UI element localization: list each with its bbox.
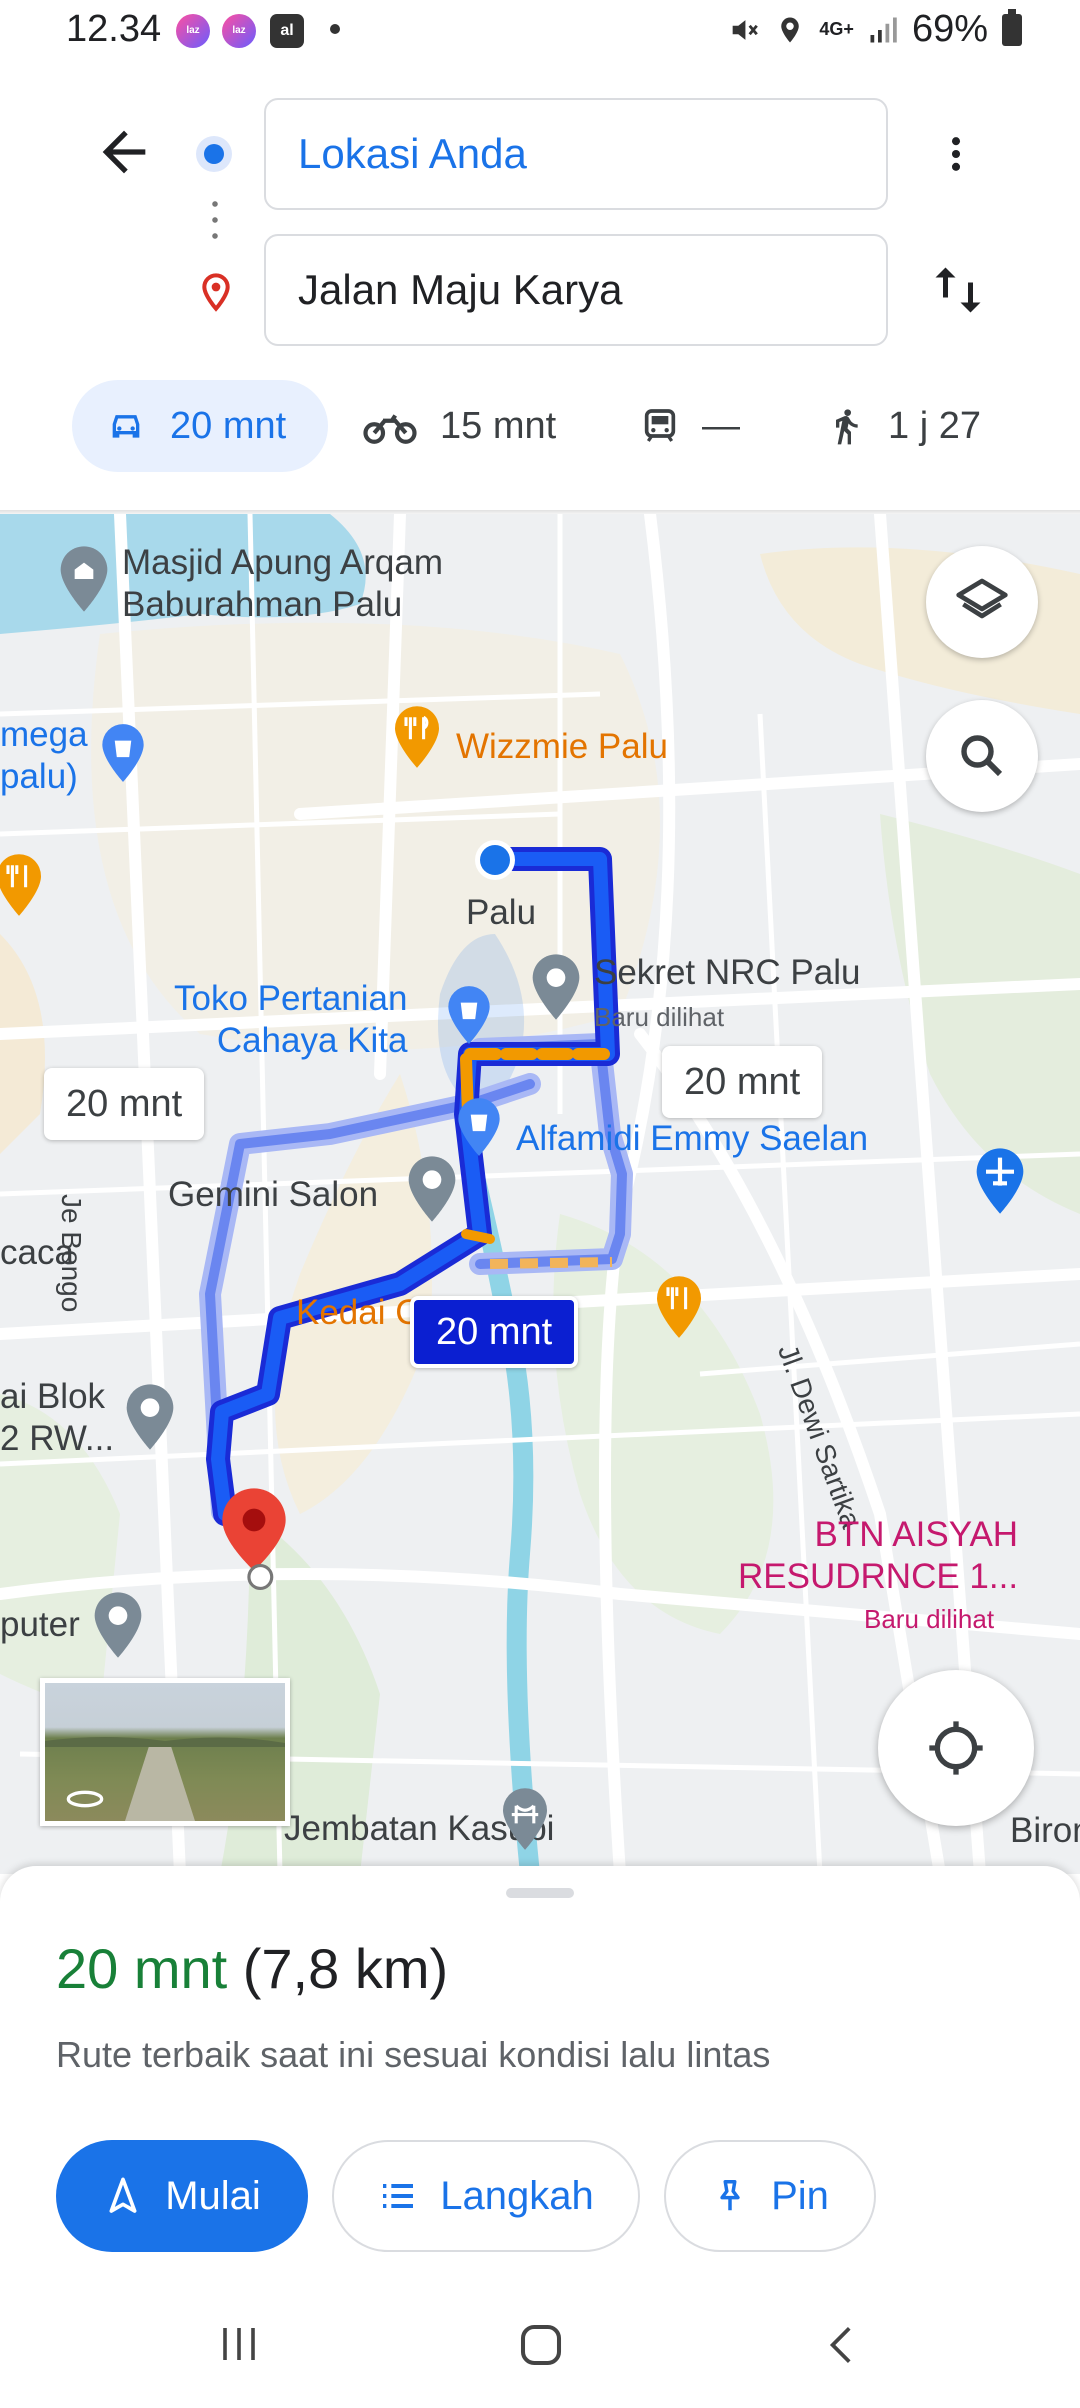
map-label-birom: Birom [1010,1811,1080,1850]
sheet-drag-handle[interactable] [506,1888,574,1898]
map-label-alfamidi: Alfamidi Emmy Saelan [516,1119,869,1158]
restaurant-pin-icon [657,1276,701,1338]
map-label-wizzmie: Wizzmie Palu [456,727,668,766]
airport-pin-icon [976,1148,1024,1214]
train-icon [644,409,676,442]
destination-pin-icon [202,273,230,312]
route-chip-alt-left[interactable]: 20 mnt [44,1068,205,1140]
bridge-pin-icon [503,1788,547,1850]
place-pin-icon [126,1384,174,1450]
map-label-btn-aisyah: BTN AISYAH RESUDRNCE 1... [738,1515,1019,1596]
route-description: Rute terbaik saat ini sesuai kondisi lal… [56,2034,771,2075]
map-label-caca: caca [0,1233,74,1272]
more-options-icon[interactable] [934,128,978,180]
route-distance: (7,8 km) [242,1937,449,2000]
route-chip-selected[interactable]: 20 mnt [410,1296,579,1368]
place-pin-icon [94,1592,142,1658]
more-notifications-dot [330,24,340,34]
layers-button[interactable] [926,546,1038,658]
mute-icon [733,19,759,40]
place-pin-icon [408,1156,456,1222]
pin-label: Pin [771,2173,829,2218]
map-label-masjid: Masjid Apung Arqam Baburahman Palu [122,543,444,624]
steps-label: Langkah [440,2173,594,2218]
steps-button[interactable]: Langkah [332,2140,640,2252]
map-search-button[interactable] [926,700,1038,812]
map-label-sekret: Sekret NRC Palu [594,953,861,992]
map-label-btn-recent: Baru dilihat [864,1604,995,1634]
layers-icon [956,578,1008,619]
walk-icon [836,409,858,445]
map-view[interactable]: Masjid Apung Arqam Baburahman Palu mega … [0,514,1080,1874]
rotate-360-icon [66,1790,104,1808]
route-chip-alt-right[interactable]: 20 mnt [662,1046,823,1118]
shopping-pin-icon [448,986,490,1044]
status-time: 12.34 [66,8,162,50]
status-icons: 4G+ 69% [727,8,1022,51]
transit-duration: — [702,404,740,447]
route-summary: 20 mnt (7,8 km) [56,1936,448,2001]
destination-input[interactable]: Jalan Maju Karya [264,234,888,346]
restaurant-pin-icon [395,706,439,768]
map-label-toko: Toko Pertanian Cahaya Kita [174,979,408,1060]
tab-motorcycle[interactable]: 15 mnt [362,380,556,472]
tab-driving[interactable]: 20 mnt [72,380,328,472]
map-label-gemini: Gemini Salon [168,1175,379,1214]
battery-icon [1002,8,1022,46]
system-nav-bar [0,2290,1080,2408]
destination-marker-icon [222,1488,286,1590]
driving-duration: 20 mnt [170,404,287,447]
map-label-sekret-recent: Baru dilihat [594,1002,725,1032]
map-label-omega: mega palu) [0,715,88,796]
map-label-blok: ai Blok 2 RW... [0,1377,115,1458]
car-icon [112,415,140,438]
my-location-button[interactable] [878,1670,1034,1826]
place-pin-icon [532,954,580,1020]
map-base [0,514,1080,1874]
origin-dot-icon [196,136,232,172]
al-app-icon: al [270,14,304,48]
route-duration: 20 mnt [56,1937,228,2000]
start-button[interactable]: Mulai [56,2140,308,2252]
back-arrow-icon[interactable] [92,120,156,184]
shopping-pin-icon [458,1098,500,1156]
search-icon [961,735,1003,777]
map-label-palu: Palu [466,893,537,932]
pin-button[interactable]: Pin [664,2140,876,2252]
location-icon [781,17,800,42]
signal-icon [870,17,897,42]
motorcycle-duration: 15 mnt [440,404,557,447]
street-view-thumbnail[interactable] [40,1678,290,1826]
swap-icon[interactable] [928,258,988,322]
mosque-pin-icon [60,546,108,612]
my-location-icon [929,1721,983,1775]
origin-input[interactable]: Lokasi Anda [264,98,888,210]
home-icon[interactable] [514,2318,568,2372]
back-icon[interactable] [818,2320,868,2370]
travel-mode-tabs: 20 mnt 15 mnt — 1 j 27 [0,380,1080,472]
motorcycle-icon [363,414,417,444]
lazada-app-icon: laz [176,14,210,48]
navigation-arrow-icon [109,2177,137,2213]
start-label: Mulai [165,2173,261,2218]
shopping-pin-icon [102,724,144,782]
recent-apps-icon[interactable] [214,2320,264,2368]
pin-icon [720,2180,740,2211]
tab-transit[interactable]: — [640,380,740,472]
list-icon [383,2184,414,2208]
restaurant-pin-icon [0,854,42,916]
battery-percent: 69% [911,8,988,50]
map-label-puter: puter [0,1605,80,1644]
lazada-app-icon: laz [222,14,256,48]
walking-duration: 1 j 27 [888,404,981,447]
tab-walking[interactable]: 1 j 27 [826,380,981,472]
route-dots [212,196,218,246]
network-type: 4G+ [819,19,854,39]
status-bar: 12.34 laz laz al 4G+ 69% [0,0,1080,64]
